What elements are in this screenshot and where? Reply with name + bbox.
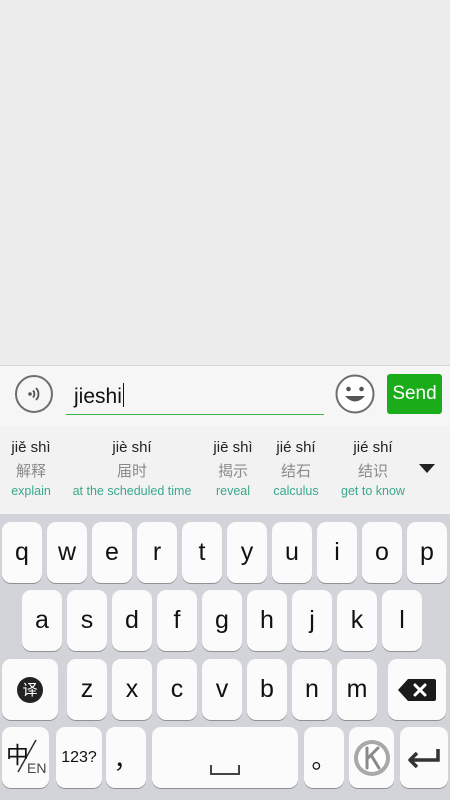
numbers-key[interactable]: 123? — [56, 727, 102, 788]
candidate-hanzi: 揭示 — [217, 463, 248, 480]
key-a[interactable]: a — [22, 590, 62, 651]
backspace-icon — [398, 678, 436, 701]
key-h[interactable]: h — [247, 590, 287, 651]
key-q[interactable]: q — [2, 522, 42, 583]
translate-key[interactable]: 译 — [2, 659, 58, 720]
lang-sub-label: EN — [27, 760, 47, 776]
chat-input-bar: jieshi Send — [0, 365, 450, 427]
backspace-key[interactable] — [388, 659, 446, 720]
key-o[interactable]: o — [362, 522, 402, 583]
key-t[interactable]: t — [182, 522, 222, 583]
key-r[interactable]: r — [137, 522, 177, 583]
lang-main-label: 中 — [6, 742, 29, 768]
key-s[interactable]: s — [67, 590, 107, 651]
key-d[interactable]: d — [112, 590, 152, 651]
k-logo-key[interactable] — [349, 727, 394, 788]
candidate-pinyin: jiē shì — [213, 439, 253, 456]
k-logo-icon — [353, 739, 390, 776]
language-switch-key[interactable]: 中 EN — [2, 727, 49, 788]
key-x[interactable]: x — [112, 659, 152, 720]
candidate-pinyin: jié shí — [353, 439, 393, 456]
return-icon — [408, 748, 440, 768]
candidate-bar: jiě shì 解释 explain jiè shí 届时 at the sch… — [0, 426, 450, 514]
candidate-gloss: calculus — [273, 484, 319, 498]
candidate-gloss: reveal — [215, 484, 251, 498]
candidate-item[interactable]: jié shí 结识 get to know — [339, 438, 407, 499]
key-c[interactable]: c — [157, 659, 197, 720]
key-b[interactable]: b — [247, 659, 287, 720]
message-input-value: jieshi — [74, 383, 125, 409]
key-k[interactable]: k — [337, 590, 377, 651]
return-key[interactable] — [400, 727, 448, 788]
key-m[interactable]: m — [337, 659, 377, 720]
candidate-gloss: explain — [11, 484, 51, 498]
candidate-pinyin: jiě shì — [11, 439, 51, 456]
candidate-pinyin: jié shí — [276, 439, 316, 456]
key-f[interactable]: f — [157, 590, 197, 651]
candidate-pinyin: jiè shí — [112, 439, 152, 456]
translate-icon: 译 — [17, 676, 43, 703]
candidate-hanzi: 结识 — [357, 463, 388, 480]
candidate-item[interactable]: jié shí 结石 calculus — [272, 438, 320, 499]
key-u[interactable]: u — [272, 522, 312, 583]
key-l[interactable]: l — [382, 590, 422, 651]
key-z[interactable]: z — [67, 659, 107, 720]
emoji-button[interactable] — [335, 374, 375, 414]
key-e[interactable]: e — [92, 522, 132, 583]
keyboard: q w e r t y u i o p a s d f g h j k l 译 … — [0, 514, 450, 800]
chat-content-area — [0, 0, 450, 365]
key-g[interactable]: g — [202, 590, 242, 651]
key-p[interactable]: p — [407, 522, 447, 583]
message-input[interactable]: jieshi — [66, 374, 324, 415]
comma-key[interactable]: ， — [106, 727, 146, 788]
voice-icon — [28, 387, 40, 401]
key-y[interactable]: y — [227, 522, 267, 583]
candidate-item[interactable]: jiě shì 解释 explain — [10, 438, 52, 499]
key-w[interactable]: w — [47, 522, 87, 583]
send-button[interactable]: Send — [387, 374, 442, 414]
candidate-item[interactable]: jiē shì 揭示 reveal — [212, 438, 254, 499]
text-caret — [122, 383, 125, 407]
key-j[interactable]: j — [292, 590, 332, 651]
candidate-gloss: at the scheduled time — [72, 484, 192, 498]
bottom-strip — [0, 795, 450, 800]
voice-button[interactable] — [15, 375, 53, 413]
period-key[interactable]: 。 — [304, 727, 344, 788]
candidate-item[interactable]: jiè shí 届时 at the scheduled time — [70, 438, 194, 499]
candidate-hanzi: 结石 — [280, 463, 311, 480]
candidate-gloss: get to know — [341, 484, 405, 498]
expand-arrow-icon[interactable] — [419, 464, 435, 473]
candidate-hanzi: 解释 — [15, 463, 46, 480]
key-v[interactable]: v — [202, 659, 242, 720]
candidate-hanzi: 届时 — [116, 463, 147, 480]
key-n[interactable]: n — [292, 659, 332, 720]
key-i[interactable]: i — [317, 522, 357, 583]
emoji-icon — [335, 374, 375, 414]
space-key[interactable] — [152, 727, 298, 788]
space-icon — [210, 764, 240, 775]
